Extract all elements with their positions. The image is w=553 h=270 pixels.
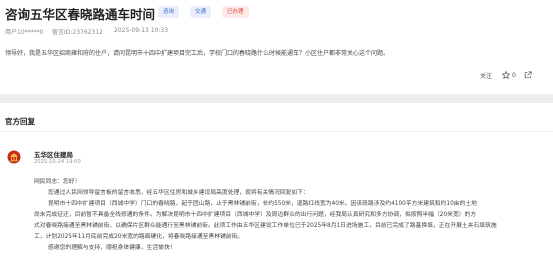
reply-paragraph: 您通过人民网领导留言板的留言收悉，经五华区住房和城乡建设局高度处理，现将有关情况… [48,190,309,196]
share-button[interactable] [524,71,532,79]
reply-org-name: 五华区住建局 [34,151,73,159]
question-date: 2025-09-13 10:33 [114,27,169,34]
reply-paragraph: 式对春晓路接通至黑林铺前街，以确保片区群众能通行至黑林铺前街。此项工作由五华区建… [34,223,497,229]
question-message-id: 留言ID:23762312 [52,29,103,36]
official-reply-heading: 官方回复 [5,117,35,126]
tag-status: 已办理 [222,6,249,18]
question-card: 咨询五华区春晓路通车时间 咨询 交通 已办理 用户10*****0 留言ID:2… [0,0,553,94]
government-emblem-icon [7,150,21,164]
reply-closing: 感谢您的理解与支持，顺祝身体健康，生活愉快！ [48,245,176,251]
question-title: 咨询五华区春晓路通车时间 [5,7,156,22]
tag-traffic[interactable]: 交通 [190,6,212,18]
follow-button[interactable]: 关注 [480,71,492,80]
share-icon [524,71,532,79]
reply-paragraph: 工，计划2025年11月底前完成20米宽的路面硬化，将春晓路接通至黑林铺前街。 [34,234,244,240]
follow-label: 关注 [480,72,493,80]
tag-consult[interactable]: 咨询 [158,6,180,18]
star-icon [502,71,511,79]
reply-paragraph: 尚未完成征迁，目前暂不具备全线修通的条件。为解决昆明市十四中扩建项目（西城中学）… [34,212,477,218]
section-divider [0,131,553,132]
like-button[interactable]: 0 [502,71,516,79]
question-user: 用户10*****0 [5,29,44,36]
question-body: 领导好，我是五华区招商雍和府的住户，请问昆明市十四中扩建项目完工后，学校门口的春… [5,50,390,57]
question-actions: 关注 0 [480,70,532,80]
like-count: 0 [512,71,516,79]
reply-date: 2025-10-24 19:00 [34,159,81,165]
reply-paragraph: 昆明市十四中扩建项目（西城中学）门口的春晓路，起于团山路，止于黑林铺前街，长约5… [48,201,477,207]
reply-card: 官方回复 五华区住建局 2025-10-24 19:00 网民同志：您好！ 您通… [0,103,553,270]
reply-greeting: 网民同志：您好！ [34,179,81,185]
